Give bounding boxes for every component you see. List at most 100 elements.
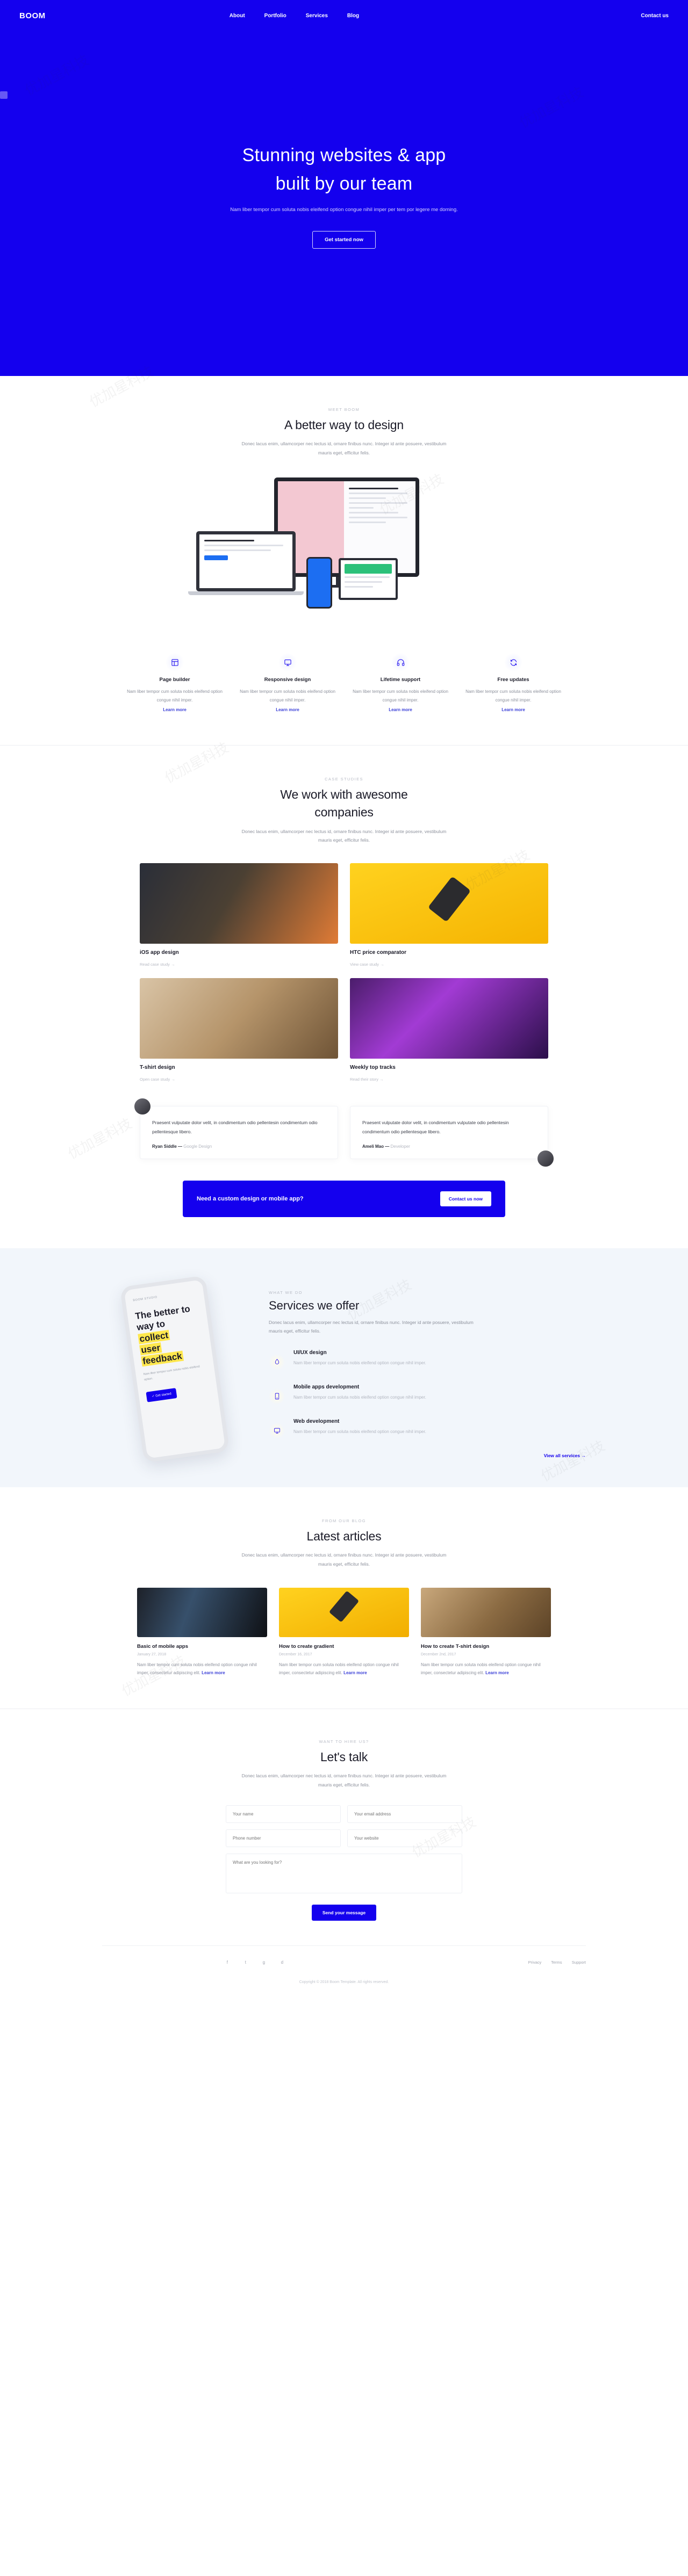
phone-mockup: [306, 557, 332, 609]
feature-learn-more[interactable]: Learn more: [276, 707, 299, 712]
post-thumbnail: [421, 1588, 551, 1638]
feature-learn-more[interactable]: Learn more: [163, 707, 187, 712]
facebook-icon[interactable]: f: [223, 1958, 232, 1966]
feature-lifetime-support: Lifetime support Nam liber tempor cum so…: [344, 653, 457, 713]
author-role: Google Design: [183, 1144, 212, 1149]
case-studies-section: CASE STUDIES We work with awesome compan…: [0, 746, 688, 1248]
case-thumbnail: [140, 863, 338, 944]
blog-post-card[interactable]: How to create T-shirt design December 2n…: [421, 1588, 551, 1677]
feature-text: Nam liber tempor cum soluta nobis eleife…: [127, 689, 223, 703]
email-field[interactable]: [347, 1805, 462, 1824]
nav-contact-us[interactable]: Contact us: [641, 13, 669, 19]
website-field[interactable]: [347, 1829, 462, 1848]
case-card[interactable]: T-shirt design Open case study →: [140, 978, 338, 1083]
copyright: Copyright © 2018 Boom Template. All righ…: [299, 1980, 389, 1985]
post-thumbnail: [279, 1588, 409, 1638]
post-learn-more[interactable]: Learn more: [485, 1670, 509, 1675]
testimonial-card: Praesent vulputate dolor velit, in condi…: [140, 1105, 338, 1159]
phone-cta-button[interactable]: ✓ Get started: [146, 1387, 177, 1402]
phone-field[interactable]: [226, 1829, 341, 1848]
twitter-icon[interactable]: t: [241, 1958, 250, 1966]
message-field[interactable]: [226, 1854, 462, 1894]
top-navigation: BOOM About Portfolio Services Blog Conta…: [0, 0, 688, 31]
services-phone-column: BOOM STUDIO The better to way to collect…: [102, 1275, 247, 1463]
avatar: [133, 1097, 152, 1116]
cta-text: Need a custom design or mobile app?: [197, 1195, 304, 1202]
mobile-icon: [269, 1388, 285, 1405]
services-eyebrow: WHAT WE DO: [269, 1290, 303, 1295]
testimonial-author: Ameli Mao — Developer: [362, 1144, 410, 1149]
meet-eyebrow: MEET BOOM: [328, 407, 360, 412]
cases-lead: Donec lacus enim, ullamcorper nec lectus…: [241, 828, 447, 843]
feature-free-updates: Free updates Nam liber tempor cum soluta…: [457, 653, 570, 713]
post-excerpt-text: Nam liber tempor cum soluta nobis eleife…: [421, 1662, 541, 1676]
blog-section: FROM OUR BLOG Latest articles Donec lacu…: [0, 1487, 688, 1709]
case-title: iOS app design: [140, 949, 179, 956]
services-content: WHAT WE DO Services we offer Donec lacus…: [269, 1280, 586, 1458]
cases-title: We work with awesome companies: [0, 786, 688, 822]
feature-learn-more[interactable]: Learn more: [501, 707, 525, 712]
name-field[interactable]: [226, 1805, 341, 1824]
case-card[interactable]: Weekly top tracks Read their story →: [350, 978, 548, 1083]
case-link[interactable]: Read their story →: [350, 1077, 384, 1082]
case-link[interactable]: Read case study →: [140, 962, 175, 967]
author-name: Ryan Siddle: [152, 1144, 177, 1149]
service-text: Nam liber tempor cum soluta nobis eleife…: [293, 1360, 426, 1365]
get-started-button[interactable]: Get started now: [312, 230, 376, 249]
footer-link-privacy[interactable]: Privacy: [528, 1960, 542, 1965]
nav-item-blog[interactable]: Blog: [347, 13, 359, 19]
contact-eyebrow: WANT TO HIRE US?: [319, 1739, 369, 1744]
post-excerpt-text: Nam liber tempor cum soluta nobis eleife…: [279, 1662, 399, 1676]
avatar: [536, 1149, 555, 1168]
post-learn-more[interactable]: Learn more: [202, 1670, 225, 1675]
service-item-mobile-apps: Mobile apps development Nam liber tempor…: [269, 1384, 586, 1405]
logo[interactable]: BOOM: [19, 11, 46, 20]
nav-links: About Portfolio Services Blog: [187, 13, 359, 19]
post-date: January 27, 2018: [137, 1653, 167, 1657]
footer-link-terms[interactable]: Terms: [551, 1960, 562, 1965]
footer-links: Privacy Terms Support: [528, 1960, 586, 1965]
feature-responsive-design: Responsive design Nam liber tempor cum s…: [231, 653, 344, 713]
tablet-mockup: [339, 558, 398, 600]
case-card[interactable]: iOS app design Read case study →: [140, 863, 338, 968]
contact-us-now-button[interactable]: Contact us now: [440, 1191, 491, 1206]
blog-eyebrow: FROM OUR BLOG: [322, 1518, 366, 1523]
testimonial-slider: Praesent vulputate dolor velit, in condi…: [133, 1097, 555, 1168]
nav-item-services[interactable]: Services: [306, 13, 328, 19]
refresh-icon: [504, 653, 522, 672]
dribbble-icon[interactable]: d: [278, 1958, 286, 1966]
feature-title: Lifetime support: [380, 677, 421, 683]
post-title: How to create gradient: [279, 1644, 334, 1650]
footer-link-support[interactable]: Support: [572, 1960, 586, 1965]
send-message-button[interactable]: Send your message: [311, 1905, 377, 1921]
post-date: December 16, 2017: [279, 1653, 312, 1657]
view-all-services-link[interactable]: View all services →: [269, 1453, 586, 1458]
post-title: Basic of mobile apps: [137, 1644, 189, 1650]
post-thumbnail: [137, 1588, 267, 1638]
blog-post-card[interactable]: How to create gradient December 16, 2017…: [279, 1588, 409, 1677]
blog-post-card[interactable]: Basic of mobile apps January 27, 2018 Na…: [137, 1588, 267, 1677]
phone-caption: BOOM STUDIO: [133, 1295, 158, 1303]
nav-item-portfolio[interactable]: Portfolio: [264, 13, 286, 19]
case-link[interactable]: Open case study →: [140, 1077, 175, 1082]
service-title: UI/UX design: [293, 1349, 327, 1356]
testimonial-card: Praesent vulputate dolor velit, in condi…: [350, 1105, 548, 1159]
blog-grid: Basic of mobile apps January 27, 2018 Na…: [137, 1588, 551, 1677]
contact-title: Let's talk: [320, 1749, 368, 1764]
contact-lead: Donec lacus enim, ullamcorper nec lectus…: [241, 1772, 447, 1788]
service-item-uiux: UI/UX design Nam liber tempor cum soluta…: [269, 1350, 586, 1370]
nav-item-about[interactable]: About: [230, 13, 245, 19]
post-date: December 2nd, 2017: [421, 1653, 456, 1657]
feature-title: Free updates: [497, 677, 529, 683]
testimonial-quote: Praesent vulputate dolor velit, in condi…: [362, 1119, 509, 1134]
case-card[interactable]: HTC price comparator View case study →: [350, 863, 548, 968]
feature-learn-more[interactable]: Learn more: [389, 707, 412, 712]
side-handle[interactable]: [0, 91, 8, 99]
case-link[interactable]: View case study →: [350, 962, 384, 967]
post-learn-more[interactable]: Learn more: [343, 1670, 367, 1675]
contact-section: WANT TO HIRE US? Let's talk Donec lacus …: [0, 1709, 688, 1945]
social-links: f t g d: [223, 1958, 286, 1966]
feature-text: Nam liber tempor cum soluta nobis eleife…: [353, 689, 448, 703]
google-plus-icon[interactable]: g: [260, 1958, 268, 1966]
case-grid: iOS app design Read case study → HTC pri…: [140, 863, 548, 1083]
